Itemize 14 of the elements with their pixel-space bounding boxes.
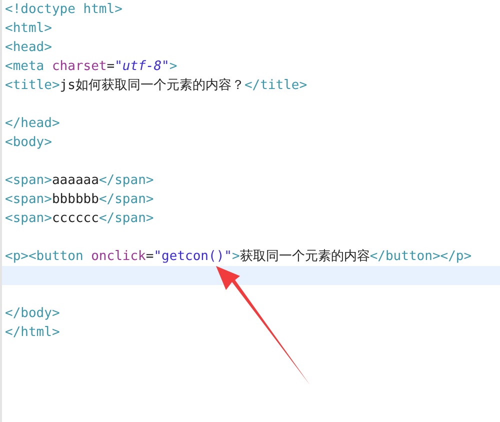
code-line: <title>js如何获取同一个元素的内容？</title>: [4, 77, 308, 95]
code-line: <body>: [4, 134, 53, 152]
code-line: </head>: [4, 115, 61, 133]
code-line: <span>cccccc</span>: [4, 210, 155, 228]
code-line: <p><button onclick="getcon()">获取同一个元素的内容</button></p>: [4, 248, 473, 266]
code-line: <html>: [4, 20, 53, 38]
code-line: <!doctype html>: [4, 1, 124, 19]
code-line: <span>bbbbbb</span>: [4, 191, 155, 209]
code-line: </html>: [4, 324, 61, 342]
code-editor[interactable]: [0, 0, 500, 422]
code-line: <meta charset="utf-8">: [4, 58, 178, 76]
code-line: <head>: [4, 39, 53, 57]
code-line: </body>: [4, 305, 61, 323]
code-line: <span>aaaaaa</span>: [4, 172, 155, 190]
